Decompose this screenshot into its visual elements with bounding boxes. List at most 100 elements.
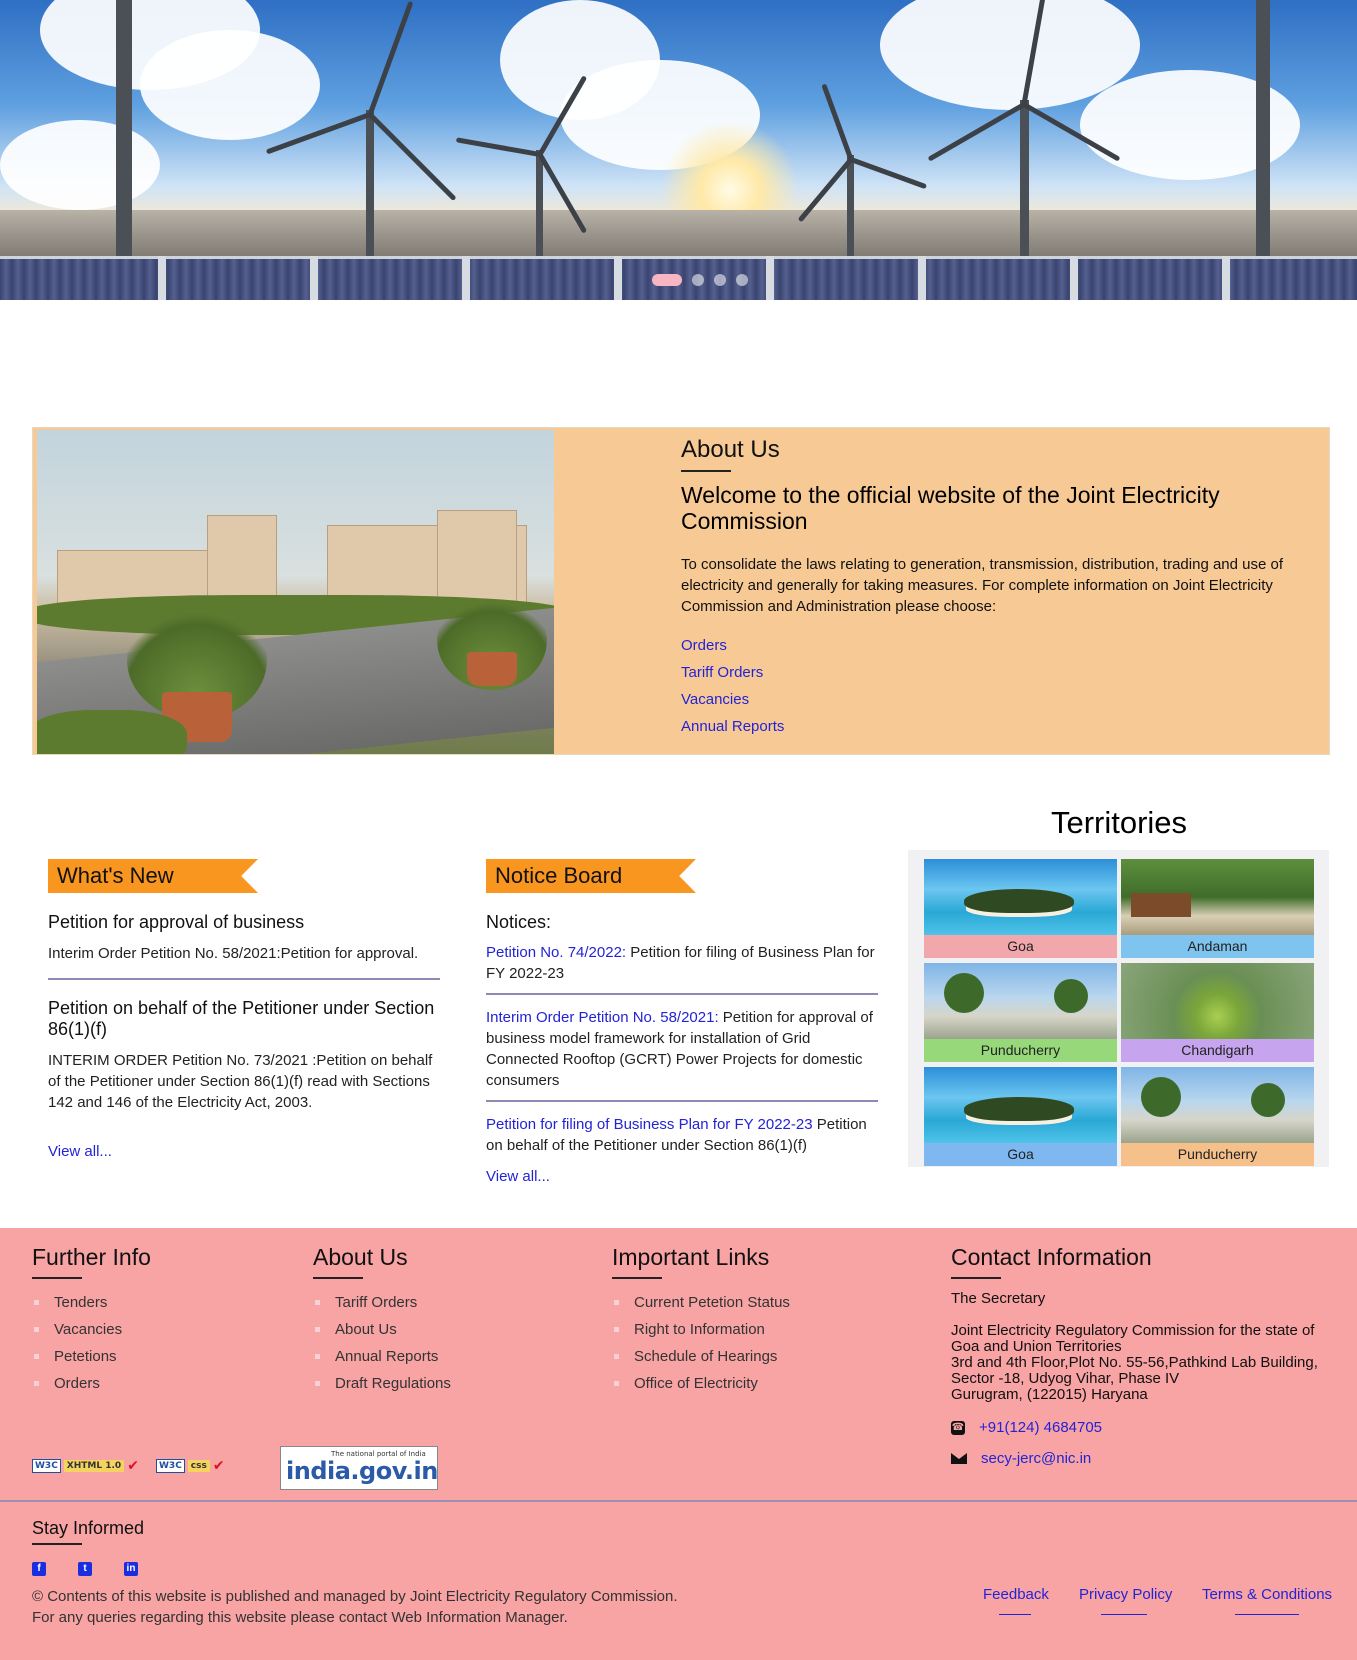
about-us-heading: About Us [681,436,780,463]
territory-tile-andaman[interactable]: Andaman [1121,859,1314,958]
notice-item: Interim Order Petition No. 58/2021: Peti… [486,1007,878,1091]
divider [486,993,878,995]
address-line: 3rd and 4th Floor,Plot No. 55-56,Pathkin… [951,1354,1318,1371]
notice-link[interactable]: Petition for filing of Business Plan for… [486,1116,813,1133]
w3c-xhtml-badge[interactable]: W3C XHTML 1.0 ✔ [32,1455,139,1477]
footer-important-links: Important Links Current Petetion Status … [612,1244,790,1397]
w3c-css-badge[interactable]: W3C css ✔ [156,1455,225,1477]
footer-link-vacancies[interactable]: Vacancies [32,1316,151,1343]
link-orders[interactable]: Orders [681,632,1311,659]
notice-item: Petition for filing of Business Plan for… [486,1114,878,1156]
footer-link-draft-regulations[interactable]: Draft Regulations [313,1370,451,1397]
contact-heading: Contact Information [951,1244,1152,1270]
footer-link-orders[interactable]: Orders [32,1370,151,1397]
contact-name: The Secretary [951,1290,1046,1307]
stay-informed-heading: Stay Informed [32,1518,145,1538]
news-item-text: Interim Order Petition No. 58/2021:Petit… [48,945,419,962]
territory-image [1121,1067,1314,1143]
footer-further-info: Further Info Tenders Vacancies Petetions… [32,1244,151,1397]
territory-image [924,963,1117,1039]
territory-tile-punducherry[interactable]: Punducherry [924,963,1117,1062]
whats-new-heading: What's New [48,859,258,893]
territory-label: Punducherry [924,1039,1117,1062]
territory-image [1121,963,1314,1039]
carousel-dot[interactable] [692,274,704,286]
address-line: Joint Electricity Regulatory Commission … [951,1322,1315,1339]
footer-link-petetions[interactable]: Petetions [32,1343,151,1370]
notice-link[interactable]: Interim Order Petition No. 58/2021: [486,1009,719,1026]
territory-label: Punducherry [1121,1143,1314,1166]
xhtml-label: XHTML 1.0 [63,1460,125,1472]
footer-link-tenders[interactable]: Tenders [32,1289,151,1316]
heading-underline [313,1277,363,1279]
carousel-dot[interactable] [714,274,726,286]
terms-label: Terms & Conditions [1202,1586,1333,1603]
footer-link-privacy-policy[interactable]: Privacy Policy [1079,1586,1173,1615]
territory-tile-chandigarh[interactable]: Chandigarh [1121,963,1314,1062]
footer-link-tariff-orders[interactable]: Tariff Orders [313,1289,451,1316]
notice-link[interactable]: Petition No. 74/2022: [486,944,626,961]
whats-new-view-all-link[interactable]: View all... [48,1143,440,1160]
news-item-text: INTERIM ORDER Petition No. 73/2021 :Peti… [48,1052,433,1111]
footer-link-about-us[interactable]: About Us [313,1316,451,1343]
footer-link-office-electricity[interactable]: Office of Electricity [612,1370,790,1397]
news-item-title[interactable]: Petition on behalf of the Petitioner und… [48,998,440,1040]
twitter-icon[interactable]: t [78,1562,92,1576]
footer-about-heading: About Us [313,1244,408,1270]
territory-tile-punducherry[interactable]: Punducherry [1121,1067,1314,1166]
hero-banner [0,0,1357,300]
city-skyline [0,210,1357,260]
territory-label: Goa [924,1143,1117,1166]
contact-email[interactable]: secy-jerc@nic.in [981,1450,1091,1467]
about-description: To consolidate the laws relating to gene… [681,556,1284,615]
contact-phone[interactable]: +91(124) 4684705 [979,1419,1102,1436]
territory-tile-goa[interactable]: Goa [924,859,1117,958]
footer-link-rti[interactable]: Right to Information [612,1316,790,1343]
contact-phone-row: ☎ +91(124) 4684705 [951,1419,1341,1436]
notice-board-view-all-link[interactable]: View all... [486,1168,878,1185]
territory-tile-goa[interactable]: Goa [924,1067,1117,1166]
envelope-icon [951,1453,967,1464]
wind-turbine [366,110,374,260]
link-vacancies[interactable]: Vacancies [681,686,1311,713]
wind-turbine [116,0,132,260]
footer-link-petetion-status[interactable]: Current Petetion Status [612,1289,790,1316]
phone-icon: ☎ [951,1420,965,1435]
wind-turbine [1020,100,1029,260]
india-gov-badge[interactable]: The national portal of India india.gov.i… [280,1446,438,1490]
carousel-indicators [652,274,748,286]
notice-board-heading: Notice Board [486,859,696,893]
about-links: Orders Tariff Orders Vacancies Annual Re… [681,632,1311,740]
india-gov-logo: india.gov.in [286,1457,438,1485]
heading-underline [951,1277,1001,1279]
footer-link-hearings[interactable]: Schedule of Hearings [612,1343,790,1370]
address-line: Gurugram, (122015) Haryana [951,1386,1148,1403]
territories-heading: Territories [1050,805,1188,840]
news-item-title[interactable]: Petition for approval of business [48,912,440,933]
address-line: Sector -18, Udyog Vihar, Phase IV [951,1370,1180,1387]
linkedin-icon[interactable]: in [124,1562,138,1576]
link-underline [1235,1614,1299,1615]
link-annual-reports[interactable]: Annual Reports [681,713,1311,740]
carousel-dot[interactable] [652,274,682,286]
link-tariff-orders[interactable]: Tariff Orders [681,659,1311,686]
territory-label: Goa [924,935,1117,958]
copyright-line: © Contents of this website is published … [32,1588,678,1605]
facebook-icon[interactable]: f [32,1562,46,1576]
about-us-content: About Us Welcome to the official website… [681,436,1311,740]
wind-turbine [536,150,543,260]
divider [486,1100,878,1102]
footer-link-annual-reports[interactable]: Annual Reports [313,1343,451,1370]
footer-about-us: About Us Tariff Orders About Us Annual R… [313,1244,451,1397]
privacy-policy-label: Privacy Policy [1079,1586,1173,1603]
footer-link-feedback[interactable]: Feedback [983,1586,1049,1615]
footer-link-terms[interactable]: Terms & Conditions [1202,1586,1333,1615]
contact-address: Joint Electricity Regulatory Commission … [951,1323,1341,1403]
territory-label: Andaman [1121,935,1314,958]
territories-grid: Goa Andaman Punducherry Chandigarh Goa P… [908,850,1329,1167]
heading-underline [32,1277,82,1279]
carousel-dot[interactable] [736,274,748,286]
territory-image [924,1067,1117,1143]
wind-turbine [1256,0,1270,260]
w3c-logo: W3C [32,1459,61,1473]
